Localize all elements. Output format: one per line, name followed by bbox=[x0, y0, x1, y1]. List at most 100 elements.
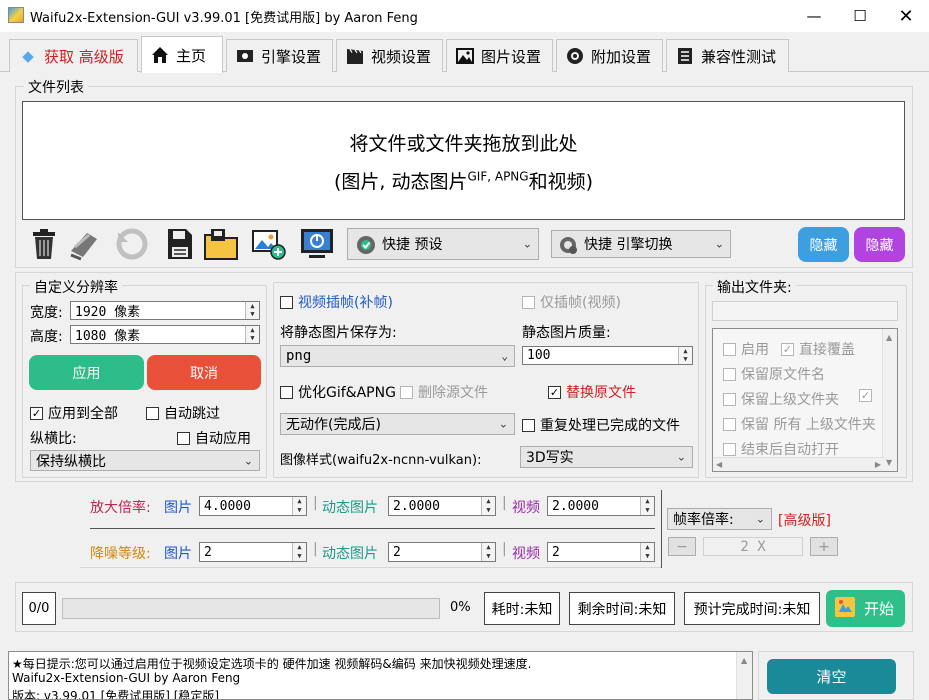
eta-time: 预计完成时间:未知 bbox=[684, 592, 820, 625]
log-scrollbar[interactable]: ▲ bbox=[736, 652, 752, 699]
replace-src-checkbox[interactable]: ✓ 替换原文件 bbox=[548, 382, 636, 402]
scale-img-label: 图片 bbox=[164, 500, 192, 516]
auto-apply-checkbox[interactable]: 自动应用 bbox=[177, 428, 251, 448]
reprocess-checkbox[interactable]: 重复处理已完成的文件 bbox=[522, 415, 680, 435]
engine-switch-combo[interactable]: 快捷 引擎切换 ⌄ bbox=[551, 230, 731, 258]
height-value: 1080 像素 bbox=[75, 329, 141, 344]
close-button[interactable]: ✕ bbox=[883, 0, 929, 32]
cancel-button[interactable]: 取消 bbox=[147, 355, 261, 390]
refresh-icon[interactable] bbox=[112, 226, 152, 262]
scale-img-spinner[interactable]: ▲ ▼ bbox=[292, 497, 306, 515]
optimize-gif-checkbox[interactable]: 优化Gif&APNG bbox=[280, 382, 396, 402]
chevron-down-icon: ⌄ bbox=[755, 512, 765, 526]
output-options-scrollarea[interactable]: 启用 ✓ 直接覆盖 保留原文件名 保留上级文件夹 ✓ 保留 所有 上级文件夹 结束… bbox=[712, 328, 898, 472]
log-line-1: ★每日提示:您可以通过启用位于视频设定选项卡的 硬件加速 视频解码&编码 来加快… bbox=[12, 657, 532, 671]
output-hscrollbar[interactable]: ◀ ▶ bbox=[713, 457, 884, 471]
separator: | bbox=[313, 495, 318, 511]
quality-label: 静态图片质量: bbox=[522, 325, 611, 341]
tab-additional[interactable]: 附加设置 bbox=[556, 39, 663, 72]
save-format-combo[interactable]: png ⌄ bbox=[280, 345, 515, 367]
scale-img-input[interactable]: 4.0000 ▲ ▼ bbox=[199, 496, 307, 516]
style-combo[interactable]: 3D写实 ⌄ bbox=[520, 446, 693, 468]
progress-bar bbox=[62, 598, 440, 619]
output-scrollbar[interactable]: ▲ ▼ bbox=[882, 329, 897, 471]
log-line-2: Waifu2x-Extension-GUI by Aaron Feng bbox=[12, 671, 241, 685]
framerate-combo[interactable]: 帧率倍率: ⌄ bbox=[667, 508, 772, 530]
monitor-power-icon[interactable] bbox=[298, 226, 336, 262]
height-spinner[interactable]: ▲ ▼ bbox=[245, 326, 259, 343]
clear-log-button[interactable]: 清空 bbox=[767, 659, 896, 694]
width-spinner[interactable]: ▲ ▼ bbox=[245, 302, 259, 319]
width-input[interactable]: 1920 像素 ▲ ▼ bbox=[70, 301, 260, 320]
tab-additional-label: 附加设置 bbox=[591, 47, 652, 66]
checkbox-unchecked bbox=[280, 385, 293, 399]
denoise-gif-input[interactable]: 2 ▲ ▼ bbox=[388, 542, 496, 562]
picture-icon bbox=[455, 46, 475, 66]
checkbox-unchecked bbox=[400, 385, 413, 399]
after-action-value: 无动作(完成后) bbox=[286, 417, 381, 433]
hide-button-2[interactable]: 隐藏 bbox=[854, 227, 905, 262]
log-textbox[interactable]: ★每日提示:您可以通过启用位于视频设定选项卡的 硬件加速 视频解码&编码 来加快… bbox=[8, 651, 753, 700]
scale-divider bbox=[90, 528, 655, 529]
tab-home[interactable]: 主页 bbox=[141, 36, 223, 73]
engine-switch-label: 快捷 引擎切换 bbox=[584, 237, 673, 253]
preset-combo[interactable]: 快捷 预设 ⌄ bbox=[347, 228, 539, 260]
quality-spinner[interactable]: ▲ ▼ bbox=[678, 347, 692, 364]
save-list-icon[interactable] bbox=[162, 226, 198, 262]
tab-premium[interactable]: ◆ 获取 高级版 bbox=[9, 39, 138, 72]
checkbox-unchecked bbox=[723, 367, 736, 381]
delete-src-checkbox: 删除源文件 bbox=[400, 382, 488, 402]
auto-skip-label: 自动跳过 bbox=[164, 406, 220, 422]
file-drop-area[interactable]: 将文件或文件夹拖放到此处 (图片, 动态图片GIF, APNG和视频) bbox=[22, 101, 905, 220]
denoise-img-input[interactable]: 2 ▲ ▼ bbox=[199, 542, 307, 562]
checkbox-unchecked bbox=[723, 442, 736, 456]
tab-compat[interactable]: 兼容性测试 bbox=[666, 39, 789, 72]
framerate-divider bbox=[661, 490, 662, 568]
preset-gear-icon bbox=[355, 234, 377, 260]
denoise-gif-spinner[interactable]: ▲ ▼ bbox=[481, 543, 495, 561]
apply-button[interactable]: 应用 bbox=[29, 355, 144, 390]
denoise-gif-value: 2 bbox=[393, 544, 401, 560]
tab-image[interactable]: 图片设置 bbox=[446, 39, 553, 72]
trash-icon[interactable] bbox=[26, 226, 62, 262]
height-input[interactable]: 1080 像素 ▲ ▼ bbox=[70, 325, 260, 344]
auto-skip-checkbox[interactable]: 自动跳过 bbox=[146, 403, 220, 423]
load-list-icon[interactable] bbox=[202, 226, 240, 262]
apply-all-checkbox[interactable]: ✓ 应用到全部 bbox=[30, 403, 118, 423]
tab-engine[interactable]: 引擎设置 bbox=[226, 39, 333, 72]
style-label-text: 图像样式(waifu2x-ncnn-vulkan): bbox=[280, 453, 482, 468]
chevron-down-icon: ⌄ bbox=[243, 454, 253, 467]
tab-premium-label: 获取 高级版 bbox=[44, 47, 124, 66]
denoise-img-spinner[interactable]: ▲ ▼ bbox=[292, 543, 306, 561]
clear-list-icon[interactable] bbox=[66, 226, 104, 262]
keep-name-label: 保留原文件名 bbox=[741, 367, 825, 383]
delete-src-label: 删除源文件 bbox=[418, 385, 488, 401]
video-interp-checkbox[interactable]: 视频插帧(补帧) bbox=[280, 292, 393, 312]
apply-all-label: 应用到全部 bbox=[48, 406, 118, 422]
denoise-video-input[interactable]: 2 ▲ ▼ bbox=[547, 542, 655, 562]
start-label: 开始 bbox=[864, 600, 895, 618]
after-action-combo[interactable]: 无动作(完成后) ⌄ bbox=[280, 413, 515, 435]
scale-video-input[interactable]: 2.0000 ▲ ▼ bbox=[547, 496, 655, 516]
video-interp-label: 视频插帧(补帧) bbox=[298, 295, 393, 311]
scale-gif-spinner[interactable]: ▲ ▼ bbox=[481, 497, 495, 515]
minimize-button[interactable]: — bbox=[791, 0, 837, 32]
add-image-icon[interactable] bbox=[250, 226, 288, 262]
scale-video-spinner[interactable]: ▲ ▼ bbox=[640, 497, 654, 515]
chevron-down-icon: ⌄ bbox=[714, 237, 724, 251]
maximize-button[interactable]: ☐ bbox=[837, 0, 883, 32]
height-label: 高度: bbox=[30, 329, 63, 345]
app-icon bbox=[8, 7, 24, 23]
save-format-value: png bbox=[286, 348, 312, 364]
scale-gif-input[interactable]: 2.0000 ▲ ▼ bbox=[388, 496, 496, 516]
output-folder-title: 输出文件夹: bbox=[713, 277, 796, 297]
start-button[interactable]: 开始 bbox=[826, 590, 905, 627]
checkbox-unchecked bbox=[177, 431, 190, 445]
tab-engine-label: 引擎设置 bbox=[261, 47, 322, 66]
denoise-video-spinner[interactable]: ▲ ▼ bbox=[640, 543, 654, 561]
tab-video[interactable]: 视频设置 bbox=[336, 39, 443, 72]
framerate-label: 帧率倍率: bbox=[673, 512, 734, 528]
hide-button-1[interactable]: 隐藏 bbox=[798, 227, 849, 262]
aspect-combo[interactable]: 保持纵横比 ⌄ bbox=[30, 450, 260, 471]
quality-input[interactable]: 100 ▲ ▼ bbox=[522, 346, 693, 365]
